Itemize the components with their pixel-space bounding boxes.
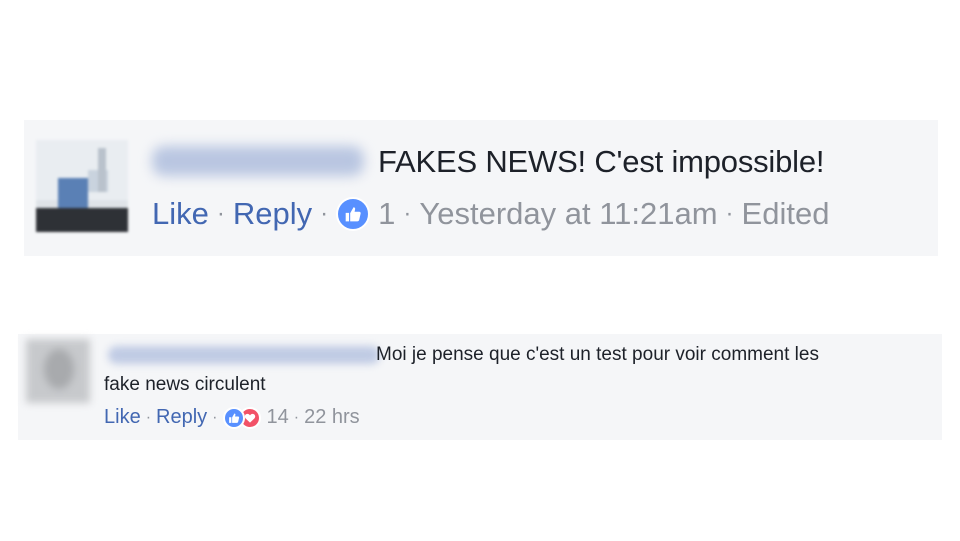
- reaction-count[interactable]: 14: [267, 406, 289, 429]
- comment-actions: Like · Reply · 14 · 22 hrs: [104, 406, 360, 429]
- comment-1: FAKES NEWS! C'est impossible! Like · Rep…: [24, 120, 938, 256]
- comment-timestamp[interactable]: 22 hrs: [304, 406, 360, 429]
- separator-dot: ·: [725, 200, 734, 227]
- screenshot-stage: FAKES NEWS! C'est impossible! Like · Rep…: [0, 0, 960, 541]
- commenter-name-blurred[interactable]: [108, 346, 380, 364]
- avatar-shape: [44, 349, 74, 389]
- avatar[interactable]: [36, 140, 128, 232]
- separator-dot: ·: [212, 408, 218, 426]
- reaction-count[interactable]: 1: [378, 196, 395, 232]
- reply-link[interactable]: Reply: [156, 406, 207, 429]
- like-link[interactable]: Like: [104, 406, 141, 429]
- thumbs-up-glyph: [228, 413, 239, 423]
- separator-dot: ·: [216, 200, 225, 227]
- avatar-shape: [98, 148, 106, 192]
- edited-label[interactable]: Edited: [742, 196, 830, 232]
- avatar[interactable]: [26, 339, 90, 403]
- like-icon[interactable]: [336, 197, 371, 231]
- separator-dot: ·: [403, 200, 412, 227]
- like-icon: [222, 406, 245, 429]
- separator-dot: ·: [145, 408, 152, 426]
- like-link[interactable]: Like: [152, 196, 209, 232]
- avatar-shape: [36, 208, 128, 232]
- comment-text: FAKES NEWS! C'est impossible!: [378, 144, 825, 179]
- reactions-summary[interactable]: [222, 406, 261, 429]
- avatar-shape: [58, 178, 88, 210]
- comment-text-line-2: fake news circulent: [104, 374, 266, 395]
- thumbs-up-glyph: [345, 207, 361, 222]
- commenter-name-blurred[interactable]: [152, 146, 364, 176]
- reply-link[interactable]: Reply: [233, 196, 312, 232]
- heart-glyph: [244, 413, 255, 423]
- comment-text-line-1: Moi je pense que c'est un test pour voir…: [376, 344, 819, 365]
- separator-dot: ·: [320, 200, 329, 227]
- separator-dot: ·: [293, 408, 300, 426]
- comment-timestamp[interactable]: Yesterday at 11:21am: [419, 196, 717, 232]
- comment-actions: Like · Reply · 1 · Yesterday at 11:21am …: [152, 196, 829, 232]
- comment-2: Moi je pense que c'est un test pour voir…: [18, 334, 942, 440]
